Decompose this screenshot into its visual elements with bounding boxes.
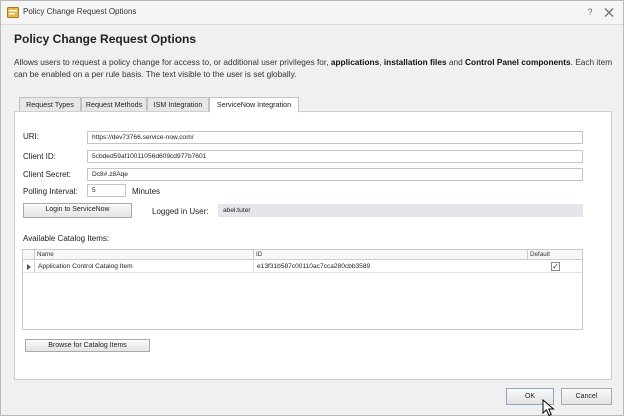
uri-input[interactable]: https://dev73766.service-now.com/ [87,131,583,144]
polling-interval-unit: Minutes [132,187,161,196]
client-id-input[interactable]: 5cbded59af10011056d609cd977b7601 [87,150,583,163]
default-checkbox[interactable]: ✓ [551,262,560,271]
title-bar[interactable]: Policy Change Request Options ? [1,1,623,25]
available-catalog-items-label: Available Catalog Items: [23,234,110,243]
table-row[interactable]: Application Control Catalog Item e13f31b… [23,261,582,273]
close-icon[interactable] [602,6,616,19]
cell-name: Application Control Catalog Item [38,263,133,270]
tab-ism-integration[interactable]: ISM Integration [147,97,209,112]
client-id-label: Client ID: [23,152,56,161]
page-title: Policy Change Request Options [14,32,197,46]
client-secret-label: Client Secret: [23,170,72,179]
tab-servicenow-integration[interactable]: ServiceNow Integration [209,97,299,113]
row-selector-icon [23,261,35,273]
login-to-servicenow-button[interactable]: Login to ServiceNow [23,203,132,218]
logged-in-user-label: Logged in User: [152,207,209,216]
app-icon [7,7,19,18]
polling-interval-label: Polling Interval: [23,187,78,196]
description-part: Allows users to request a policy change … [14,57,331,67]
tab-request-types[interactable]: Request Types [19,97,81,112]
cell-id: e13f31b587c00110ac7cca280cbb3589 [253,261,527,273]
description-installation-files: installation files [383,57,447,67]
column-header-name[interactable]: Name [34,250,253,260]
grid-header: Name ID Default [23,250,582,260]
description-applications: applications [330,57,380,67]
client-secret-input[interactable]: Dc8#.z8Aqe [87,168,583,181]
policy-change-request-options-dialog: Policy Change Request Options ? Policy C… [0,0,624,416]
column-header-default[interactable]: Default [527,250,582,260]
browse-for-catalog-items-button[interactable]: Browse for Catalog Items [25,339,150,352]
description-part: and [446,57,466,67]
polling-interval-input[interactable]: 5 [87,184,126,197]
help-icon[interactable]: ? [584,6,596,19]
catalog-items-grid[interactable]: Name ID Default Application Control Cata… [22,249,583,330]
cancel-button[interactable]: Cancel [561,388,612,405]
column-header-id[interactable]: ID [253,250,527,260]
tab-request-methods[interactable]: Request Methods [81,97,147,112]
uri-label: URI: [23,132,39,141]
window-title: Policy Change Request Options [23,7,137,16]
mouse-pointer-icon [542,399,555,416]
description-control-panel: Control Panel components [465,57,571,67]
description-text: Allows users to request a policy change … [14,56,614,80]
logged-in-user-value: abel.tuter [218,204,583,217]
